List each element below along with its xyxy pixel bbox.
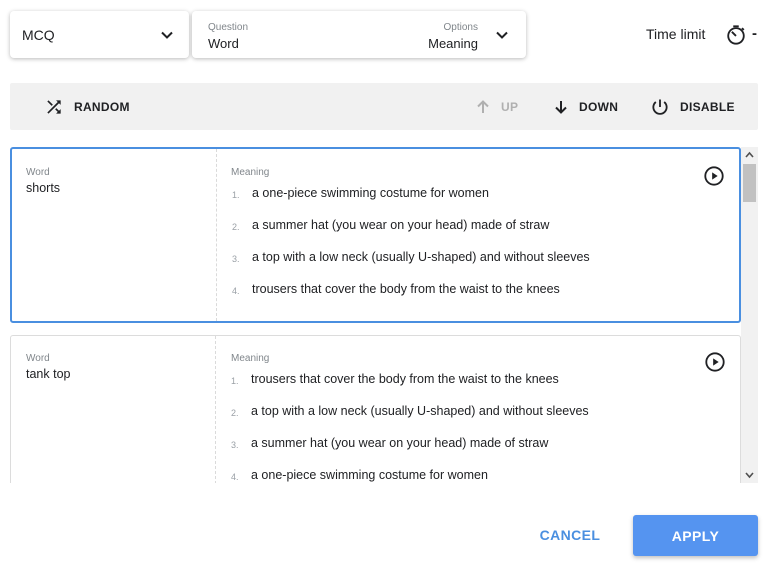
random-button[interactable]: RANDOM <box>44 83 130 130</box>
option-text: a summer hat (you wear on your head) mad… <box>251 436 549 450</box>
question-card[interactable]: Word shorts Meaning 1. a one-piece swimmi… <box>10 147 741 323</box>
option-number: 1. <box>232 190 240 200</box>
meaning-option: 2. a summer hat (you wear on your head) m… <box>232 218 590 250</box>
timer-icon[interactable] <box>725 24 747 46</box>
move-up-button[interactable]: UP <box>475 83 518 130</box>
mode-select[interactable]: MCQ <box>10 11 189 58</box>
play-icon[interactable] <box>703 165 725 187</box>
scrollbar-thumb[interactable] <box>743 164 756 202</box>
meaning-option: 3. a top with a low neck (usually U-shape… <box>232 250 590 282</box>
option-number: 4. <box>232 286 240 296</box>
question-card[interactable]: Word tank top Meaning 1. trousers that co… <box>10 335 741 483</box>
meaning-option: 4. a one-piece swimming costume for women <box>231 468 589 483</box>
scroll-down-arrow-icon[interactable] <box>745 471 754 479</box>
option-text: a one-piece swimming costume for women <box>251 468 488 482</box>
option-number: 2. <box>231 408 239 418</box>
random-label: RANDOM <box>74 99 130 114</box>
meaning-option: 3. a summer hat (you wear on your head) m… <box>231 436 589 468</box>
option-text: a top with a low neck (usually U-shaped)… <box>252 250 590 264</box>
disable-button[interactable]: DISABLE <box>650 83 735 130</box>
option-number: 4. <box>231 472 239 482</box>
question-list[interactable]: Word shorts Meaning 1. a one-piece swimmi… <box>10 147 758 483</box>
question-label: Question <box>208 22 249 33</box>
word-column: Word shorts <box>12 149 217 321</box>
time-limit-value: - <box>752 25 757 42</box>
meaning-option: 1. a one-piece swimming costume for women <box>232 186 590 218</box>
meaning-options: 1. trousers that cover the body from the … <box>231 372 589 483</box>
power-icon <box>652 99 668 115</box>
option-number: 2. <box>232 222 240 232</box>
apply-button[interactable]: APPLY <box>633 515 758 556</box>
chevron-down-icon <box>496 31 508 39</box>
time-limit-label: Time limit <box>646 26 706 42</box>
mode-value: MCQ <box>22 26 55 43</box>
option-text: trousers that cover the body from the wa… <box>252 282 560 296</box>
word-value: shorts <box>26 181 61 195</box>
option-text: a top with a low neck (usually U-shaped)… <box>251 404 589 418</box>
option-number: 3. <box>232 254 240 264</box>
word-label: Word <box>26 353 50 364</box>
meaning-option: 1. trousers that cover the body from the … <box>231 372 589 404</box>
question-options-select[interactable]: Question Word Options Meaning <box>192 11 526 58</box>
chevron-down-icon <box>161 31 173 39</box>
meaning-option: 4. trousers that cover the body from the … <box>232 282 590 314</box>
list-scrollbar[interactable] <box>741 147 758 483</box>
option-text: a summer hat (you wear on your head) mad… <box>252 218 550 232</box>
arrow-down-icon <box>555 100 567 114</box>
meaning-label: Meaning <box>231 167 270 178</box>
word-value: tank top <box>26 367 71 381</box>
question-value: Word <box>208 36 239 51</box>
option-text: trousers that cover the body from the wa… <box>251 372 559 386</box>
disable-label: DISABLE <box>680 99 735 114</box>
move-down-button[interactable]: DOWN <box>553 83 618 130</box>
arrow-up-icon <box>477 99 489 113</box>
option-text: a one-piece swimming costume for women <box>252 186 489 200</box>
options-value: Meaning <box>428 36 478 51</box>
options-label: Options <box>443 22 478 33</box>
option-number: 3. <box>231 440 239 450</box>
down-label: DOWN <box>579 99 619 114</box>
scroll-up-arrow-icon[interactable] <box>745 151 754 159</box>
meaning-options: 1. a one-piece swimming costume for women… <box>232 186 590 314</box>
shuffle-icon <box>47 99 61 114</box>
word-column: Word tank top <box>11 336 216 483</box>
toolbar: RANDOM UP DOWN DISABLE <box>10 83 758 130</box>
meaning-option: 2. a top with a low neck (usually U-shape… <box>231 404 589 436</box>
meaning-label: Meaning <box>231 353 270 364</box>
cancel-button[interactable]: CANCEL <box>530 515 610 555</box>
play-icon[interactable] <box>704 351 726 373</box>
up-label: UP <box>501 99 519 114</box>
word-label: Word <box>26 167 50 178</box>
option-number: 1. <box>231 376 239 386</box>
